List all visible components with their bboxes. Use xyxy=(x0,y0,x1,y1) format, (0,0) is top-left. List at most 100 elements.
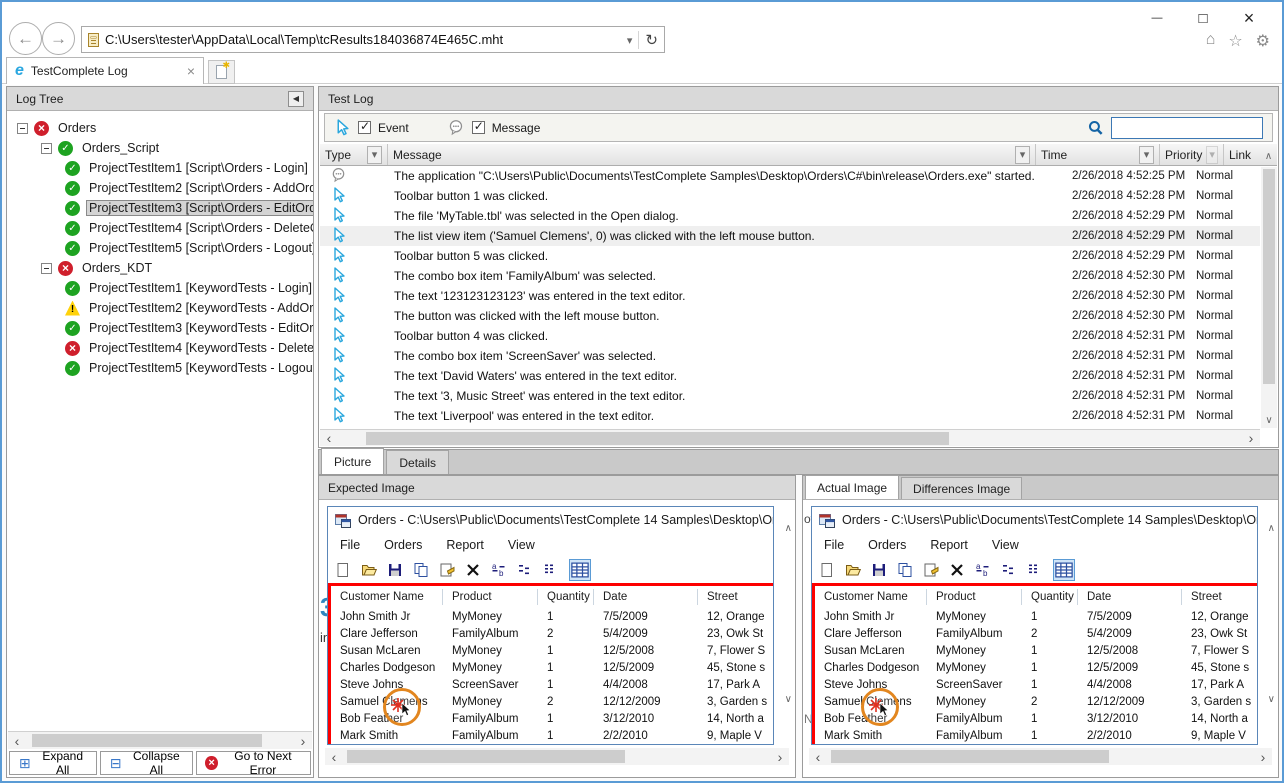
log-row[interactable]: Toolbar button 1 was clicked. 2/26/2018 … xyxy=(320,186,1260,206)
tree-item[interactable]: ProjectTestItem1 [KeywordTests - Login] xyxy=(7,278,313,298)
search-input[interactable] xyxy=(1111,117,1263,139)
log-row[interactable]: The button was clicked with the left mou… xyxy=(320,306,1260,326)
type-filter-dropdown-icon[interactable] xyxy=(367,146,382,164)
tree-item[interactable]: Orders xyxy=(7,118,313,138)
column-header-link[interactable]: Link xyxy=(1224,144,1260,165)
scroll-left-icon[interactable] xyxy=(809,749,827,765)
scroll-up-icon[interactable] xyxy=(1265,148,1272,162)
tree-action-button[interactable]: Collapse All xyxy=(100,751,193,775)
address-dropdown-icon[interactable] xyxy=(627,33,633,47)
tree-item[interactable]: ProjectTestItem4 [Script\Orders - Delete… xyxy=(7,218,313,238)
log-row[interactable]: The application "C:\Users\Public\Documen… xyxy=(320,166,1260,186)
column-header-message[interactable]: Message xyxy=(388,144,1036,165)
event-filter-label: Event xyxy=(378,121,409,135)
log-row[interactable]: The combo box item 'ScreenSaver' was sel… xyxy=(320,346,1260,366)
scroll-right-icon[interactable] xyxy=(771,749,789,765)
log-row[interactable]: The text '3, Music Street' was entered i… xyxy=(320,386,1260,406)
close-button[interactable] xyxy=(1226,6,1272,30)
tree-action-button[interactable]: Go to Next Error xyxy=(196,751,311,775)
time-filter-dropdown-icon[interactable] xyxy=(1139,146,1154,164)
column-header-priority[interactable]: Priority xyxy=(1160,144,1224,165)
tab-actual-image[interactable]: Actual Image xyxy=(805,475,899,499)
log-row[interactable]: The combo box item 'FamilyAlbum' was sel… xyxy=(320,266,1260,286)
message-filter-dropdown-icon[interactable] xyxy=(1015,146,1030,164)
tree-item[interactable]: ProjectTestItem3 [Script\Orders - EditOr… xyxy=(7,198,313,218)
tree-item[interactable]: ProjectTestItem2 [Script\Orders - AddOrd… xyxy=(7,178,313,198)
url-text[interactable]: C:\Users\tester\AppData\Local\Temp\tcRes… xyxy=(105,32,621,47)
scroll-down-icon[interactable] xyxy=(1268,691,1275,705)
log-row[interactable]: Toolbar button 5 was clicked. 2/26/2018 … xyxy=(320,246,1260,266)
refresh-icon[interactable] xyxy=(645,31,658,49)
scroll-right-icon[interactable] xyxy=(294,733,312,749)
log-row[interactable]: Toolbar button 4 was clicked. 2/26/2018 … xyxy=(320,326,1260,346)
tree-item[interactable]: ProjectTestItem5 [KeywordTests - Logout] xyxy=(7,358,313,378)
scroll-thumb[interactable] xyxy=(32,734,262,747)
tree-item[interactable]: ProjectTestItem1 [Script\Orders - Login] xyxy=(7,158,313,178)
collapse-panel-button[interactable] xyxy=(288,91,304,107)
scroll-up-icon[interactable] xyxy=(1268,520,1275,534)
scrollbar-top-corner[interactable] xyxy=(1260,144,1277,165)
tree-item[interactable]: Orders_Script xyxy=(7,138,313,158)
scroll-thumb[interactable] xyxy=(347,750,625,763)
tab-details[interactable]: Details xyxy=(386,450,449,474)
browser-tab-testcomplete-log[interactable]: e TestComplete Log xyxy=(6,57,204,84)
scroll-up-icon[interactable] xyxy=(785,520,792,534)
tab-picture[interactable]: Picture xyxy=(321,448,384,474)
test-log-vertical-scrollbar[interactable] xyxy=(1261,167,1277,428)
scroll-left-icon[interactable] xyxy=(8,733,26,749)
favorites-star-icon[interactable]: ☆ xyxy=(1228,31,1242,51)
home-icon[interactable]: ⌂ xyxy=(1206,31,1216,51)
log-row[interactable]: The text 'Liverpool' was entered in the … xyxy=(320,406,1260,426)
settings-gear-icon[interactable]: ⚙ xyxy=(1256,31,1270,51)
scroll-right-icon[interactable] xyxy=(1242,430,1260,446)
expected-image-viewport[interactable]: 3 in Orders - C:\Users\Public\Documents\… xyxy=(319,500,795,777)
address-bar[interactable]: C:\Users\tester\AppData\Local\Temp\tcRes… xyxy=(81,26,665,53)
expected-horizontal-scrollbar[interactable] xyxy=(325,748,789,765)
scroll-thumb[interactable] xyxy=(831,750,1109,763)
tree-expander-icon[interactable] xyxy=(41,143,52,154)
tree-item[interactable]: ProjectTestItem4 [KeywordTests - DeleteO… xyxy=(7,338,313,358)
tree-item[interactable]: ProjectTestItem3 [KeywordTests - EditOrd… xyxy=(7,318,313,338)
column-header-time[interactable]: Time xyxy=(1036,144,1160,165)
log-row[interactable]: The text '123123123123' was entered in t… xyxy=(320,286,1260,306)
column-header-type[interactable]: Type xyxy=(320,144,388,165)
log-row[interactable]: The text 'David Waters' was entered in t… xyxy=(320,366,1260,386)
tree-item[interactable]: Orders_KDT xyxy=(7,258,313,278)
tree-expander-icon[interactable] xyxy=(17,123,28,134)
tree-action-button[interactable]: Expand All xyxy=(9,751,97,775)
back-button[interactable]: ← xyxy=(9,22,42,55)
scroll-down-icon[interactable] xyxy=(785,691,792,705)
log-row[interactable]: The list view item ('Samuel Clemens', 0)… xyxy=(320,226,1260,246)
scroll-left-icon[interactable] xyxy=(325,749,343,765)
actual-horizontal-scrollbar[interactable] xyxy=(809,748,1272,765)
scroll-left-icon[interactable] xyxy=(320,430,338,446)
log-row-time: 2/26/2018 4:52:25 PM xyxy=(1072,170,1196,182)
tree-item[interactable]: ProjectTestItem2 [KeywordTests - AddOrde… xyxy=(7,298,313,318)
new-file-icon xyxy=(335,562,351,578)
actual-image-viewport[interactable]: ov N Orders - C:\Users\Public\Documents\… xyxy=(803,500,1278,777)
scroll-thumb[interactable] xyxy=(1263,169,1275,384)
event-checkbox[interactable] xyxy=(358,121,371,134)
cell-quantity: 1 xyxy=(538,645,594,657)
tree-expander-icon[interactable] xyxy=(41,263,52,274)
tree-item[interactable]: ProjectTestItem5 [Script\Orders - Logout… xyxy=(7,238,313,258)
minimize-button[interactable] xyxy=(1134,6,1180,30)
tree-horizontal-scrollbar[interactable] xyxy=(8,731,312,749)
cell-quantity: 1 xyxy=(1022,662,1078,674)
log-row-message: The text '123123123123' was entered in t… xyxy=(388,289,1072,303)
log-row[interactable]: The file 'MyTable.tbl' was selected in t… xyxy=(320,206,1260,226)
new-tab-button[interactable] xyxy=(208,60,235,84)
maximize-button[interactable] xyxy=(1180,6,1226,30)
log-row-priority: Normal xyxy=(1196,350,1260,362)
scroll-right-icon[interactable] xyxy=(1254,749,1272,765)
test-log-horizontal-scrollbar[interactable] xyxy=(320,429,1260,446)
properties-icon xyxy=(439,562,455,578)
scroll-thumb[interactable] xyxy=(366,432,949,445)
log-row-time: 2/26/2018 4:52:30 PM xyxy=(1072,290,1196,302)
message-checkbox[interactable] xyxy=(472,121,485,134)
tab-close-icon[interactable] xyxy=(187,63,195,79)
status-icon xyxy=(65,161,80,176)
forward-button[interactable]: → xyxy=(42,22,75,55)
tab-differences-image[interactable]: Differences Image xyxy=(901,477,1022,499)
scroll-down-icon[interactable] xyxy=(1265,412,1272,426)
